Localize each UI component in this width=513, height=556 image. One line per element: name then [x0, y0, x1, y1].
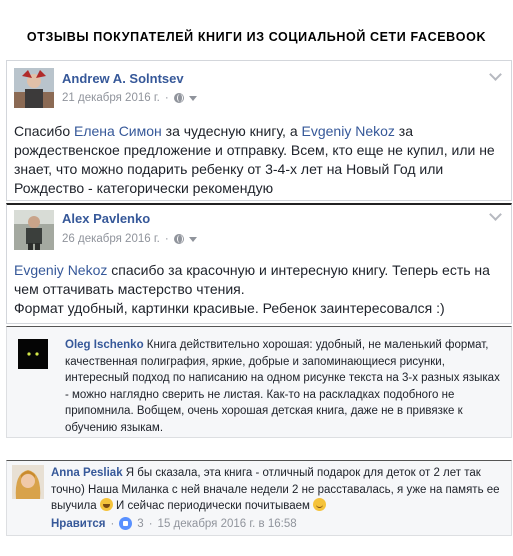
- comment-text: Anna Pesliak Я бы сказала, эта книга - о…: [51, 467, 500, 512]
- comment-card: Anna Pesliak Я бы сказала, эта книга - о…: [6, 460, 512, 536]
- comment-card: Oleg Ischenko Книга действительно хороша…: [6, 326, 512, 438]
- post-card: Alex Pavlenko 26 декабря 2016 г. · Evgen…: [6, 203, 512, 324]
- laughing-emoji-icon: [99, 498, 113, 511]
- mention-link[interactable]: Evgeniy Nekoz: [302, 123, 395, 139]
- avatar[interactable]: [18, 339, 48, 369]
- mention-link[interactable]: Елена Симон: [74, 123, 162, 139]
- like-icon[interactable]: [119, 517, 133, 530]
- post-text: Evgeniy Nekoz спасибо за красочную и инт…: [14, 262, 490, 316]
- comment-text: Oleg Ischenko Книга действительно хороша…: [65, 339, 500, 434]
- post-text: Спасибо Елена Симон за чудесную книгу, а…: [14, 123, 495, 196]
- comment-author[interactable]: Anna Pesliak: [51, 467, 123, 479]
- page-heading: ОТЗЫВЫ ПОКУПАТЕЛЕЙ КНИГИ ИЗ СОЦИАЛЬНОЙ С…: [26, 30, 487, 44]
- comment-author[interactable]: Oleg Ischenko: [65, 339, 144, 351]
- post-date[interactable]: 26 декабря 2016 г.: [62, 233, 160, 245]
- avatar[interactable]: [14, 68, 54, 108]
- like-count[interactable]: 3: [137, 518, 143, 530]
- post-date[interactable]: 21 декабря 2016 г.: [62, 92, 160, 104]
- post-meta: 26 декабря 2016 г. ·: [62, 233, 197, 245]
- caret-down-icon[interactable]: [188, 95, 197, 101]
- comment-actions: Нравится · 3 · 15 декабря 2016 г. в 16:5…: [51, 517, 297, 530]
- post-author[interactable]: Alex Pavlenko: [62, 211, 150, 226]
- post-meta: 21 декабря 2016 г. ·: [62, 92, 197, 104]
- post-card: Andrew A. Solntsev 21 декабря 2016 г. · …: [6, 60, 512, 201]
- comment-timestamp[interactable]: 15 декабря 2016 г. в 16:58: [158, 518, 297, 530]
- smiling-emoji-icon: [313, 498, 327, 511]
- chevron-down-icon[interactable]: [489, 68, 502, 81]
- globe-icon[interactable]: [173, 93, 184, 103]
- globe-icon[interactable]: [173, 234, 184, 244]
- mention-link[interactable]: Evgeniy Nekoz: [14, 262, 107, 278]
- post-author[interactable]: Andrew A. Solntsev: [62, 71, 184, 86]
- chevron-down-icon[interactable]: [489, 208, 502, 221]
- avatar[interactable]: [12, 465, 44, 499]
- caret-down-icon[interactable]: [188, 236, 197, 242]
- like-button[interactable]: Нравится: [51, 518, 105, 530]
- avatar[interactable]: [14, 210, 54, 250]
